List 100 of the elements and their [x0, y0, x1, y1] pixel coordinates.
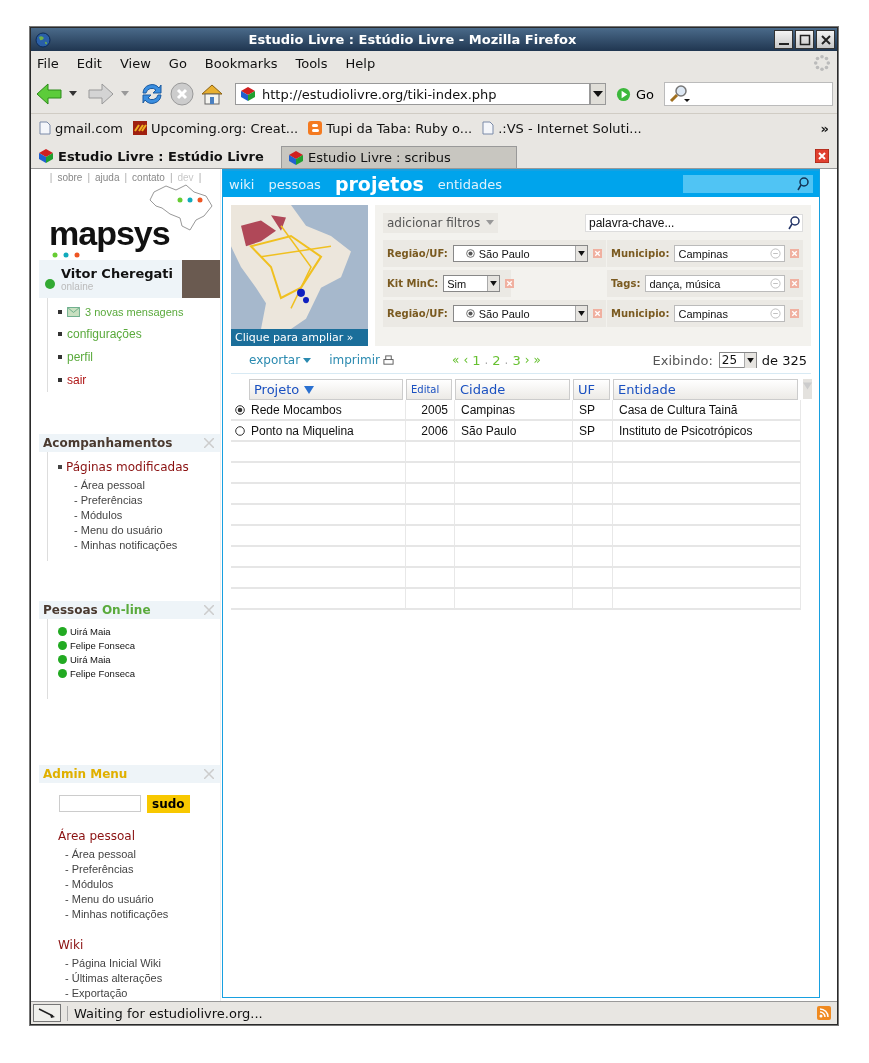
search-field[interactable] — [664, 82, 833, 106]
close-icon[interactable] — [204, 769, 214, 779]
add-filters-button[interactable]: adicionar filtros — [383, 213, 499, 233]
clear-icon[interactable] — [770, 308, 781, 319]
section-title[interactable]: Wiki — [58, 938, 220, 952]
submenu-link[interactable]: - Menu do usuário — [59, 892, 220, 907]
table-cell: Rede Mocambos — [249, 400, 406, 421]
radio-icon — [465, 249, 475, 258]
bookmark-item[interactable]: gmail.com — [39, 120, 123, 136]
person-name[interactable]: Felipe Fonseca — [70, 640, 135, 651]
reload-button[interactable] — [139, 81, 165, 107]
back-button[interactable] — [35, 82, 63, 106]
export-link[interactable]: exportar — [249, 353, 312, 367]
go-button[interactable]: Go — [610, 86, 661, 102]
top-link[interactable]: contato — [132, 172, 165, 183]
more-bookmarks-button[interactable]: » — [820, 120, 829, 136]
close-icon[interactable] — [204, 438, 214, 448]
browser-tab[interactable]: Estudio Livre : scribus — [281, 146, 517, 168]
menu-item[interactable]: Help — [345, 55, 376, 71]
menu-item[interactable]: View — [119, 55, 151, 71]
close-tab-button[interactable] — [815, 149, 829, 163]
map-caption-link[interactable]: Clique para ampliar » — [231, 329, 368, 346]
remove-filter-icon[interactable] — [790, 279, 799, 288]
search-icon — [797, 177, 809, 191]
submenu-link[interactable]: - Área pessoal — [59, 847, 220, 862]
filter-select[interactable]: São Paulo — [452, 245, 588, 262]
column-header[interactable]: UF — [573, 379, 610, 400]
clear-icon[interactable] — [770, 248, 781, 259]
minimize-button[interactable] — [774, 30, 793, 49]
submenu-link[interactable]: - Módulos — [59, 877, 220, 892]
submenu-link[interactable]: - Módulos — [58, 508, 220, 523]
person-name[interactable]: Uirá Maia — [70, 654, 111, 665]
menu-item[interactable]: Bookmarks — [204, 55, 278, 71]
sudo-button[interactable]: sudo — [147, 795, 190, 813]
column-header[interactable]: Cidade — [455, 379, 570, 400]
filter-field[interactable]: Campinas — [674, 305, 785, 322]
filter-select[interactable]: Sim — [443, 275, 501, 292]
bookmark-item[interactable]: .:VS - Internet Soluti... — [482, 120, 642, 136]
sort-arrow-icon — [304, 385, 315, 394]
column-header[interactable]: Entidade — [613, 379, 798, 400]
submenu-link[interactable]: - Últimas alterações — [59, 971, 220, 986]
table-cell: 2005 — [406, 400, 455, 421]
submenu-link[interactable]: - Menu do usuário — [58, 523, 220, 538]
menu-item[interactable]: Edit — [76, 55, 102, 71]
remove-filter-icon[interactable] — [505, 279, 515, 288]
bookmark-item[interactable]: Tupi da Taba: Ruby o... — [308, 120, 473, 136]
remove-filter-icon[interactable] — [593, 309, 602, 318]
filter-field[interactable]: Campinas — [674, 245, 785, 262]
feed-icon[interactable] — [817, 1006, 831, 1020]
close-button[interactable] — [816, 30, 835, 49]
submenu-link[interactable]: - Área pessoal — [58, 478, 220, 493]
separator: | — [87, 172, 90, 183]
section-title[interactable]: Área pessoal — [58, 829, 220, 843]
clear-icon[interactable] — [770, 278, 781, 289]
stop-button[interactable] — [169, 81, 195, 107]
person-name[interactable]: Felipe Fonseca — [70, 668, 135, 679]
scrollbar[interactable] — [803, 379, 812, 399]
bookmark-item[interactable]: Upcoming.org: Creat... — [133, 120, 299, 136]
person-name[interactable]: Uirá Maia — [70, 626, 111, 637]
column-header[interactable]: Edital — [406, 379, 452, 400]
submenu-link[interactable]: - Minhas notificações — [58, 538, 220, 553]
remove-filter-icon[interactable] — [593, 249, 602, 258]
per-page-select[interactable]: 25 — [718, 352, 757, 368]
url-dropdown-button[interactable] — [590, 83, 606, 105]
search-field[interactable] — [683, 175, 813, 193]
forward-button[interactable] — [87, 82, 115, 106]
radio-icon — [465, 309, 475, 318]
close-icon[interactable] — [204, 605, 214, 615]
keyword-field[interactable]: palavra-chave... — [585, 214, 803, 232]
remove-filter-icon[interactable] — [790, 249, 799, 258]
sudo-input[interactable] — [59, 795, 141, 812]
submenu-link[interactable]: - Preferências — [58, 493, 220, 508]
bullet-icon — [58, 465, 62, 469]
maximize-button[interactable] — [795, 30, 814, 49]
remove-filter-icon[interactable] — [790, 309, 799, 318]
submenu-link[interactable]: - Preferências — [59, 862, 220, 877]
submenu-link[interactable]: - Exportação — [59, 986, 220, 1001]
filter-select[interactable]: São Paulo — [452, 305, 588, 322]
filter-field[interactable]: dança, música — [645, 275, 785, 292]
top-link[interactable]: sobre — [57, 172, 83, 183]
radio-button[interactable] — [235, 425, 245, 436]
top-link[interactable]: ajuda — [95, 172, 120, 183]
caret-icon[interactable] — [69, 91, 77, 97]
menu-item[interactable]: Tools — [295, 55, 328, 71]
section-title[interactable]: Páginas modificadas — [66, 460, 189, 474]
filter-label: Municipio: — [611, 308, 670, 319]
minimize-icon — [778, 42, 789, 45]
user-menu-link[interactable]: sair — [67, 373, 87, 387]
print-link[interactable]: imprimir — [329, 353, 395, 367]
table-cell — [406, 463, 455, 484]
url-field[interactable]: http://estudiolivre.org/tiki-index.php — [235, 83, 590, 105]
menu-item[interactable]: File — [37, 55, 59, 71]
submenu-link[interactable]: - Minhas notificações — [59, 907, 220, 922]
submenu-link[interactable]: - Página Inicial Wiki — [59, 956, 220, 971]
table-cell: Campinas — [455, 400, 573, 421]
online-status-icon — [45, 279, 55, 289]
radio-button[interactable] — [235, 404, 245, 415]
table-cell — [406, 568, 455, 589]
column-header[interactable]: Projeto — [249, 379, 403, 400]
menu-item[interactable]: Go — [168, 55, 187, 71]
